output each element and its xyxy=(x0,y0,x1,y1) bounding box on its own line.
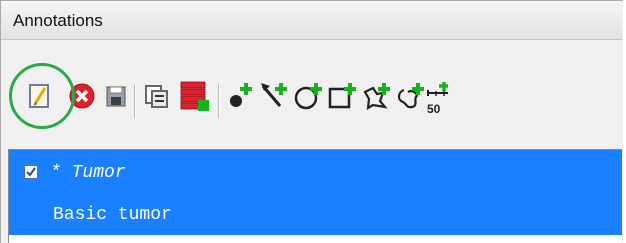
add-polygon-button[interactable] xyxy=(360,80,392,112)
save-icon xyxy=(106,86,126,107)
toolbar-separator xyxy=(218,84,220,118)
add-freehand-icon xyxy=(397,83,424,109)
add-rectangle-button[interactable] xyxy=(326,80,358,112)
add-ellipse-icon xyxy=(294,83,322,110)
panel-title-bar: Annotations xyxy=(1,1,622,40)
annotation-visibility-checkbox[interactable] xyxy=(24,165,38,179)
add-point-icon xyxy=(230,83,252,107)
layers-add-icon xyxy=(180,81,209,111)
add-polygon-icon xyxy=(363,83,390,111)
panel-title: Annotations xyxy=(13,11,103,30)
annotation-description: Basic tumor xyxy=(53,205,172,225)
add-line-button[interactable] xyxy=(258,80,290,112)
add-line-icon xyxy=(261,83,287,107)
save-button[interactable] xyxy=(100,80,132,112)
add-point-button[interactable] xyxy=(224,80,256,112)
add-ellipse-button[interactable] xyxy=(292,80,324,112)
ruler-scale-label: 50 xyxy=(427,102,441,116)
copy-button[interactable] xyxy=(140,80,172,112)
layers-add-button[interactable] xyxy=(177,78,213,114)
checkmark-icon xyxy=(26,167,36,177)
toolbar-separator xyxy=(134,84,136,118)
add-rectangle-icon xyxy=(328,83,356,109)
annotation-title: * Tumor xyxy=(50,163,126,183)
copy-icon xyxy=(145,85,168,108)
annotation-name: Tumor xyxy=(71,163,126,183)
annotation-marker: * xyxy=(50,163,61,183)
add-freehand-button[interactable] xyxy=(394,80,426,112)
highlight-circle xyxy=(9,63,75,129)
